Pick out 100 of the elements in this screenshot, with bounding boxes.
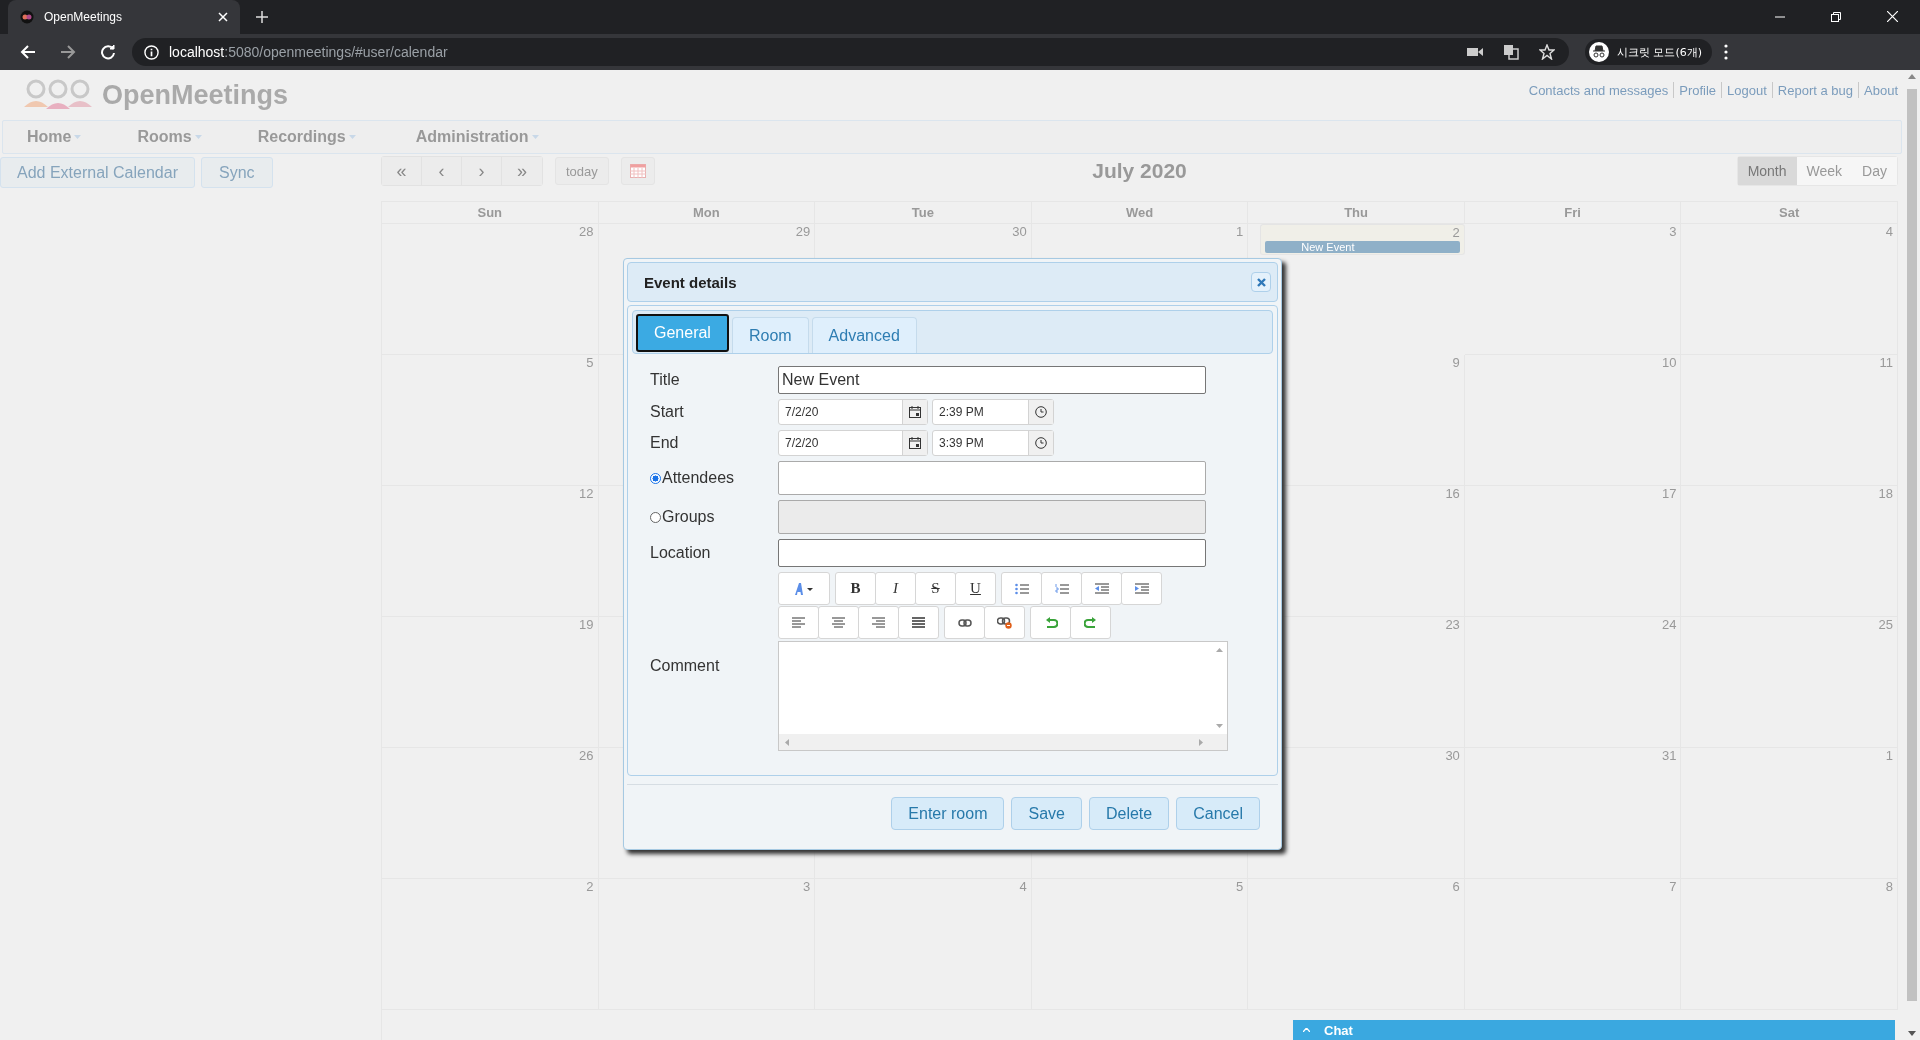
time-field[interactable]: 3:39 PM — [932, 430, 1054, 456]
scroll-up-icon[interactable] — [1908, 74, 1916, 79]
day-number: 8 — [1885, 880, 1893, 894]
header-link[interactable]: Profile — [1679, 82, 1717, 98]
restore-icon[interactable] — [1831, 12, 1841, 22]
day-cell[interactable]: 7 — [1464, 879, 1682, 1010]
day-cell[interactable]: 28 — [382, 224, 599, 355]
back-icon[interactable] — [20, 44, 36, 60]
justify-button[interactable] — [898, 606, 939, 639]
menu-item[interactable]: Rooms — [137, 128, 202, 146]
date-picker-button[interactable] — [620, 157, 655, 185]
outdent-button[interactable] — [1081, 572, 1122, 605]
browser-tab[interactable]: OpenMeetings — [8, 0, 240, 34]
header-link[interactable]: Report a bug — [1777, 82, 1853, 98]
camera-icon[interactable] — [1467, 46, 1483, 58]
view-tab[interactable]: Day — [1852, 157, 1897, 185]
header-link[interactable]: About — [1864, 82, 1898, 98]
format-button[interactable]: S — [915, 572, 956, 605]
header-link[interactable]: Contacts and messages — [1528, 82, 1669, 98]
dialog-tab[interactable]: Room — [731, 317, 809, 353]
day-cell[interactable]: 26 — [382, 748, 599, 879]
menu-item[interactable]: Recordings — [257, 128, 356, 146]
add-calendar-button[interactable]: Add External Calendar — [0, 157, 195, 188]
scroll-up-icon[interactable] — [1215, 648, 1223, 652]
undo-button[interactable] — [1030, 606, 1071, 639]
format-button[interactable]: I — [875, 572, 916, 605]
calendar-event[interactable]: New Event — [1265, 241, 1460, 253]
format-button[interactable]: B — [835, 572, 876, 605]
star-icon[interactable] — [1539, 44, 1555, 60]
align-center-button[interactable] — [818, 606, 859, 639]
day-cell[interactable]: 1 — [1681, 748, 1898, 879]
chat-bar[interactable]: Chat — [1293, 1020, 1895, 1040]
location-field[interactable] — [778, 539, 1206, 567]
day-cell[interactable]: 5 — [1031, 879, 1249, 1010]
day-cell[interactable]: 4 — [1681, 224, 1898, 355]
date-field[interactable]: 7/2/20 — [778, 430, 928, 456]
day-cell[interactable]: 2 — [382, 879, 599, 1010]
header-link[interactable]: Logout — [1727, 82, 1767, 98]
menu-item[interactable]: Home — [27, 128, 82, 146]
menu-item[interactable]: Administration — [415, 128, 539, 146]
numbered-list-button[interactable] — [1041, 572, 1082, 605]
time-field[interactable]: 2:39 PM — [932, 399, 1054, 425]
date-field[interactable]: 7/2/20 — [778, 399, 928, 425]
day-cell[interactable]: 3 — [1464, 224, 1682, 355]
translate-icon[interactable] — [1503, 44, 1519, 60]
indent-button[interactable] — [1121, 572, 1162, 605]
nav-button[interactable]: « — [382, 157, 422, 185]
forward-icon[interactable] — [60, 44, 76, 60]
align-left-button[interactable] — [778, 606, 819, 639]
day-cell[interactable]: 24 — [1464, 617, 1682, 748]
day-cell[interactable]: 18 — [1681, 486, 1898, 617]
day-number: 5 — [586, 356, 594, 370]
scroll-down-icon[interactable] — [1908, 1031, 1916, 1036]
day-cell[interactable]: 8 — [1681, 879, 1898, 1010]
link-button[interactable] — [944, 606, 985, 639]
day-cell[interactable]: 10 — [1464, 355, 1682, 486]
menu-icon[interactable] — [1724, 44, 1729, 60]
title-field[interactable]: New Event — [778, 366, 1206, 394]
view-tab[interactable]: Month — [1737, 157, 1797, 185]
day-cell[interactable]: 19 — [382, 617, 599, 748]
comment-field[interactable] — [778, 641, 1228, 751]
dialog-button[interactable]: Cancel — [1176, 797, 1260, 830]
format-button[interactable]: U — [955, 572, 996, 605]
dialog-button[interactable]: Save — [1011, 797, 1082, 830]
align-right-button[interactable] — [858, 606, 899, 639]
bullet-list-button[interactable] — [1001, 572, 1042, 605]
close-tab-icon[interactable] — [218, 12, 228, 22]
day-cell[interactable]: 12 — [382, 486, 599, 617]
dialog-tab[interactable]: General — [636, 314, 729, 352]
day-cell[interactable]: 11 — [1681, 355, 1898, 486]
day-number: 2 — [1452, 226, 1460, 240]
close-icon[interactable] — [1887, 11, 1898, 22]
day-cell[interactable]: 17 — [1464, 486, 1682, 617]
nav-button[interactable]: ‹ — [422, 157, 462, 185]
day-cell[interactable]: 4 — [815, 879, 1032, 1010]
address-bar[interactable]: localhost:5080/openmeetings/#user/calendar — [132, 38, 1569, 66]
day-cell[interactable]: 31 — [1464, 748, 1682, 879]
new-tab-icon[interactable] — [256, 11, 268, 23]
day-cell[interactable]: 5 — [382, 355, 599, 486]
day-cell[interactable]: 25 — [1681, 617, 1898, 748]
day-cell[interactable]: 2 New Event — [1260, 224, 1465, 255]
view-tab[interactable]: Week — [1796, 157, 1853, 185]
day-cell[interactable]: 3 — [598, 879, 816, 1010]
reload-icon[interactable] — [100, 44, 116, 60]
sync-button[interactable]: Sync — [201, 157, 273, 188]
close-button[interactable] — [1251, 272, 1271, 292]
attendees-radio[interactable] — [650, 472, 661, 484]
day-cell[interactable]: 6 — [1248, 879, 1465, 1010]
dialog-button[interactable]: Enter room — [891, 797, 1005, 830]
redo-button[interactable] — [1070, 606, 1111, 639]
chat-label: Chat — [1324, 1022, 1353, 1038]
dialog-button[interactable]: Delete — [1088, 797, 1170, 830]
nav-button[interactable]: › — [462, 157, 502, 185]
attendees-field[interactable] — [778, 461, 1206, 495]
today-button[interactable]: today — [555, 157, 609, 185]
dialog-tab[interactable]: Advanced — [811, 317, 917, 353]
nav-button[interactable]: » — [502, 157, 542, 185]
profile-button[interactable]: 시크릿 모드(6개) — [1585, 39, 1713, 65]
font-style-button[interactable] — [778, 572, 830, 605]
unlink-button[interactable] — [984, 606, 1025, 639]
